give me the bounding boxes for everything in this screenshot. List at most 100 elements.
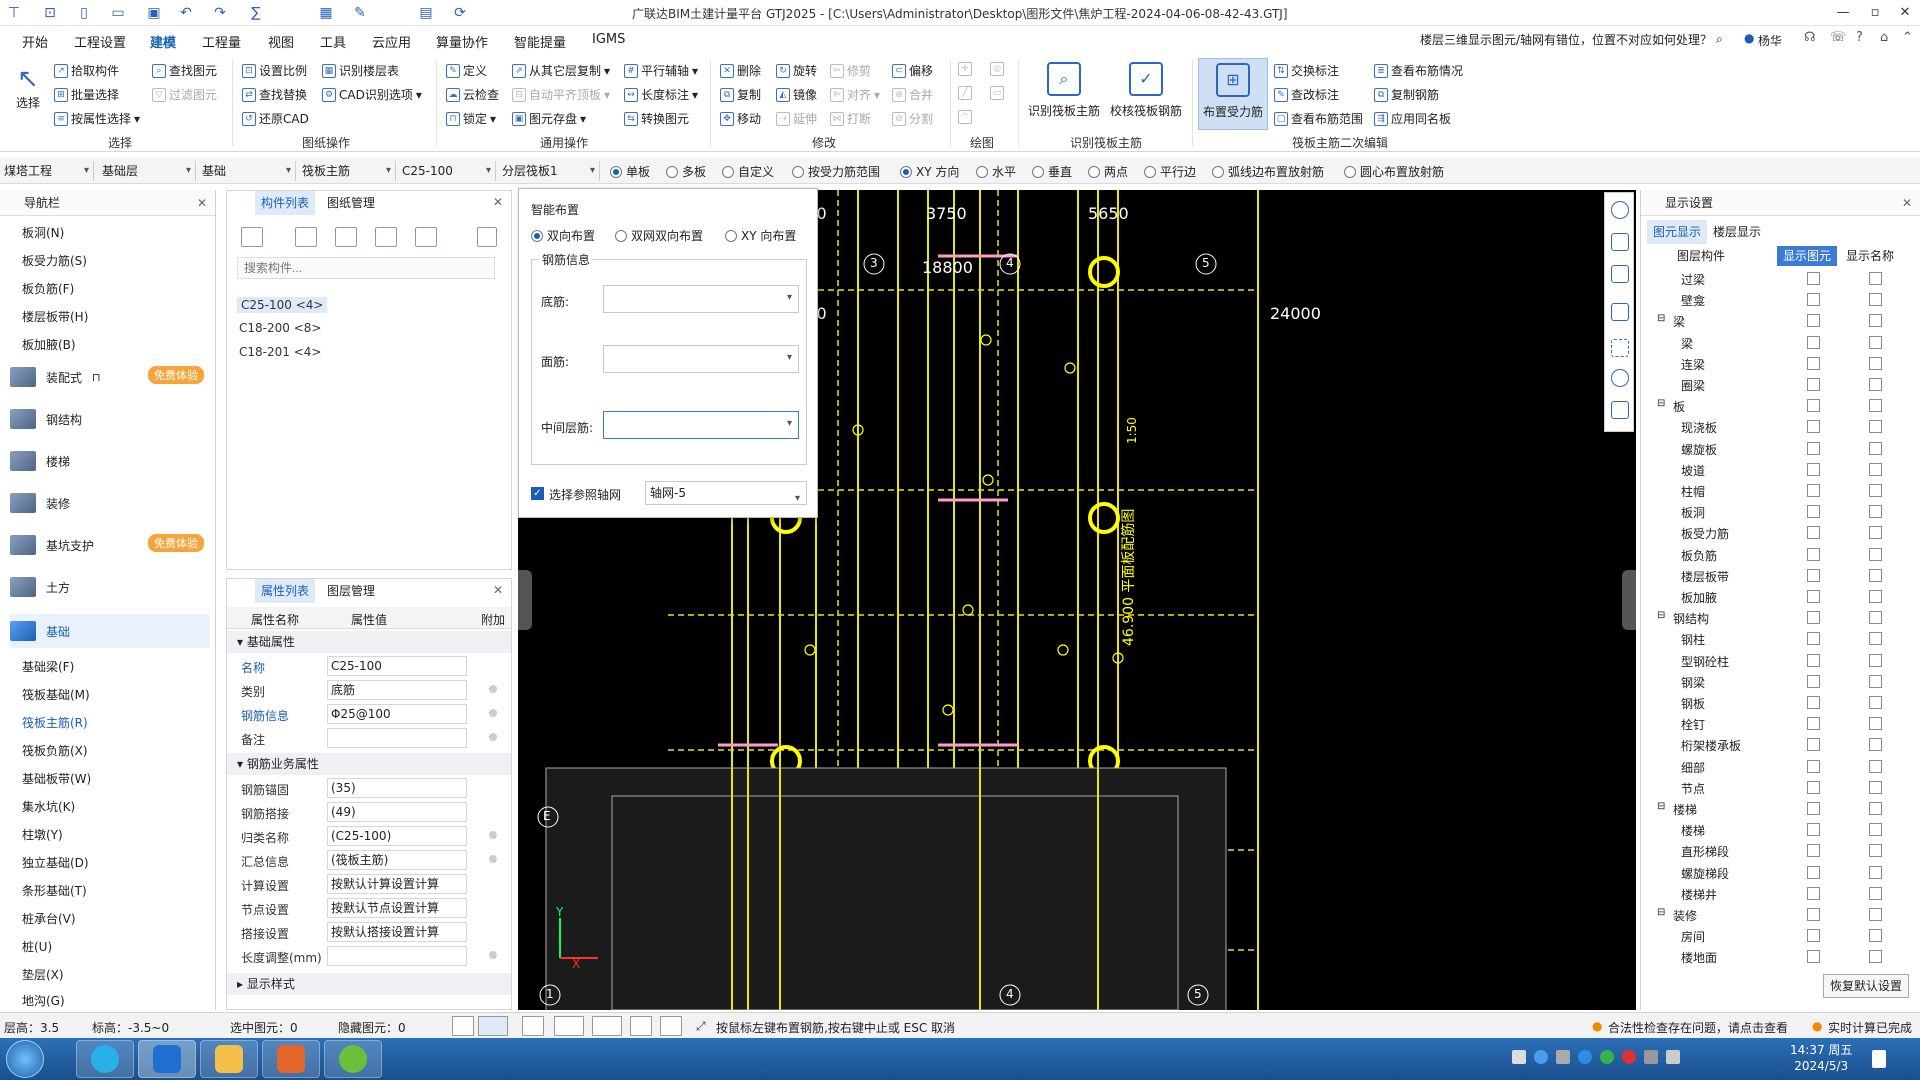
show-element-checkbox[interactable] bbox=[1807, 950, 1820, 964]
minimize-button[interactable]: — bbox=[1826, 2, 1860, 24]
help-icon[interactable]: ? bbox=[1856, 30, 1863, 45]
show-element-checkbox[interactable] bbox=[1807, 717, 1820, 731]
merge-button[interactable]: ⊕ 合并 bbox=[892, 86, 933, 103]
radio-xy-layout[interactable]: XY 向布置 bbox=[725, 227, 796, 244]
taskbar-app-pdf[interactable] bbox=[262, 1040, 320, 1078]
copy-button[interactable]: ⧉ 复制 bbox=[720, 86, 761, 103]
show-element-checkbox[interactable] bbox=[1807, 484, 1820, 497]
prop-value[interactable]: 按默认搭接设置计算 bbox=[327, 922, 467, 942]
mirror-button[interactable]: ◭ 镜像 bbox=[776, 86, 817, 103]
taskbar-app-explorer[interactable] bbox=[200, 1040, 258, 1078]
fit-view-icon[interactable] bbox=[1611, 339, 1629, 357]
radio-custom[interactable]: 自定义 bbox=[722, 163, 774, 180]
convert-element-button[interactable]: ⇆ 转换图元 bbox=[624, 110, 689, 127]
nav-item-column-pier[interactable]: 柱墩(Y) bbox=[22, 826, 63, 843]
radio-horizontal[interactable]: 水平 bbox=[976, 163, 1016, 180]
nav-item-slab-rebar[interactable]: 板受力筋(S) bbox=[22, 252, 87, 269]
settings-view-icon[interactable] bbox=[1611, 369, 1629, 387]
layout-rebar-button[interactable]: ⊞ 布置受力筋 bbox=[1198, 58, 1268, 130]
cad-recog-options-button[interactable]: ⚙ CAD识别选项 ▾ bbox=[322, 86, 422, 103]
split-button[interactable]: ⊘ 分割 bbox=[892, 110, 933, 127]
layer-box-icon[interactable] bbox=[1611, 303, 1629, 321]
close-icon[interactable]: ✕ bbox=[493, 195, 503, 209]
radio-by-rebar-range[interactable]: 按受力筋范围 bbox=[792, 163, 880, 180]
start-button[interactable] bbox=[6, 1040, 44, 1078]
app-tray-icon[interactable] bbox=[1578, 1050, 1592, 1064]
radio-parallel-edge[interactable]: 平行边 bbox=[1144, 163, 1196, 180]
find-replace-button[interactable]: ⇄ 查找替换 bbox=[242, 86, 307, 103]
show-name-checkbox[interactable] bbox=[1869, 653, 1882, 667]
cloud-check-button[interactable]: ☁ 云检查 bbox=[446, 86, 499, 103]
middle-rebar-select[interactable] bbox=[603, 411, 799, 439]
show-name-checkbox[interactable] bbox=[1869, 802, 1882, 815]
new-file-icon[interactable]: ▯ bbox=[74, 3, 94, 23]
collapse-icon[interactable]: ⊟ bbox=[1657, 313, 1665, 324]
nav-item-pile-cap[interactable]: 桩承台(V) bbox=[22, 910, 76, 927]
nav-group-stairs[interactable]: 楼梯 bbox=[10, 446, 210, 476]
show-name-checkbox[interactable] bbox=[1869, 272, 1882, 285]
move-button[interactable]: ✥ 移动 bbox=[720, 110, 761, 127]
help-notice[interactable]: 楼层三维显示图元/轴网有错位，位置不对应如何处理？ bbox=[1420, 31, 1712, 48]
save-icon[interactable]: ▣ bbox=[144, 3, 164, 23]
menu-igms[interactable]: IGMS bbox=[592, 32, 625, 47]
axis-net-select[interactable]: 轴网-5 bbox=[645, 481, 807, 510]
show-name-checkbox[interactable] bbox=[1869, 378, 1882, 391]
show-element-checkbox[interactable] bbox=[1807, 674, 1820, 688]
copy-from-floor-button[interactable]: ⇗ 从其它层复制 ▾ bbox=[512, 62, 610, 79]
show-name-checkbox[interactable] bbox=[1869, 568, 1882, 582]
section-display-style[interactable]: ▸ 显示样式 bbox=[227, 973, 511, 995]
show-element-checkbox[interactable] bbox=[1807, 356, 1820, 370]
nav-item-foundation-beam[interactable]: 基础梁(F) bbox=[22, 658, 74, 675]
collapse-icon[interactable]: ⊟ bbox=[1657, 907, 1665, 918]
layer-copy-icon[interactable] bbox=[375, 227, 397, 247]
show-element-checkbox[interactable] bbox=[1807, 908, 1820, 921]
draw-line-button[interactable]: ╱ bbox=[958, 86, 972, 100]
length-mark-button[interactable]: ↔ 长度标注 ▾ bbox=[624, 86, 698, 103]
orbit-icon[interactable] bbox=[1611, 201, 1629, 219]
layer-combo[interactable]: 分层筏板1 bbox=[500, 161, 600, 181]
component-item[interactable]: C18-201 <4> bbox=[239, 345, 321, 359]
ref-axis-checkbox[interactable]: ✓ bbox=[531, 487, 544, 500]
nav-group-steel[interactable]: 钢结构 bbox=[10, 404, 210, 434]
ortho-toggle-icon[interactable] bbox=[452, 1016, 474, 1036]
nav-item-slab-haunch[interactable]: 板加腋(B) bbox=[22, 336, 76, 353]
batch-select-button[interactable]: ⊞ 批量选择 bbox=[54, 86, 119, 103]
restore-cad-button[interactable]: ↺ 还原CAD bbox=[242, 110, 309, 127]
show-name-checkbox[interactable] bbox=[1869, 335, 1882, 349]
show-element-checkbox[interactable] bbox=[1807, 547, 1820, 561]
show-name-checkbox[interactable] bbox=[1869, 780, 1882, 794]
menu-collab[interactable]: 算量协作 bbox=[436, 32, 488, 51]
section-basic[interactable]: ▾ 基础属性 bbox=[227, 631, 511, 653]
select-button[interactable]: ↖ 选择 bbox=[8, 58, 48, 130]
show-element-checkbox[interactable] bbox=[1807, 314, 1820, 328]
radio-two-point[interactable]: 两点 bbox=[1088, 163, 1128, 180]
save-component-icon[interactable] bbox=[415, 227, 437, 247]
cube-icon[interactable] bbox=[1611, 265, 1629, 283]
help-tray-icon[interactable] bbox=[1534, 1050, 1548, 1064]
auto-align-slab-button[interactable]: ⊟ 自动平齐顶板 ▾ bbox=[512, 86, 610, 103]
volume-icon[interactable] bbox=[1666, 1050, 1680, 1064]
snap-toggle-icon[interactable] bbox=[478, 1016, 508, 1036]
show-element-checkbox[interactable] bbox=[1807, 462, 1820, 476]
app-logo-icon[interactable]: ⊤ bbox=[4, 3, 24, 23]
taskbar-clock[interactable]: 14:37 周五 2024/5/3 bbox=[1790, 1042, 1852, 1074]
show-element-checkbox[interactable] bbox=[1807, 632, 1820, 646]
offset-button[interactable]: ⊂ 偏移 bbox=[892, 62, 933, 79]
category-combo[interactable]: 基础 bbox=[200, 161, 296, 181]
pick-component-button[interactable]: ↗ 拾取构件 bbox=[54, 62, 119, 79]
show-element-checkbox[interactable] bbox=[1807, 802, 1820, 815]
tab-layer-manage[interactable]: 图层管理 bbox=[321, 579, 381, 603]
tab-element-display[interactable]: 图元显示 bbox=[1647, 220, 1708, 244]
show-element-checkbox[interactable] bbox=[1807, 696, 1820, 709]
cross-snap-icon[interactable] bbox=[522, 1016, 544, 1036]
show-name-checkbox[interactable] bbox=[1869, 759, 1882, 773]
type-combo[interactable]: 筏板主筋 bbox=[300, 161, 396, 181]
more-icon[interactable] bbox=[477, 227, 497, 247]
tab-floor-display[interactable]: 楼层显示 bbox=[1707, 220, 1767, 244]
floor-combo[interactable]: 基础层 bbox=[100, 161, 196, 181]
top-rebar-select[interactable] bbox=[603, 345, 799, 373]
collapse-ribbon-icon[interactable]: ⌃ bbox=[1902, 30, 1913, 45]
radio-single-slab[interactable]: 单板 bbox=[610, 163, 650, 180]
filter-element-button[interactable]: ▽ 过滤图元 bbox=[152, 86, 217, 103]
view-range-button[interactable]: ▢ 查看布筋范围 bbox=[1274, 110, 1363, 127]
